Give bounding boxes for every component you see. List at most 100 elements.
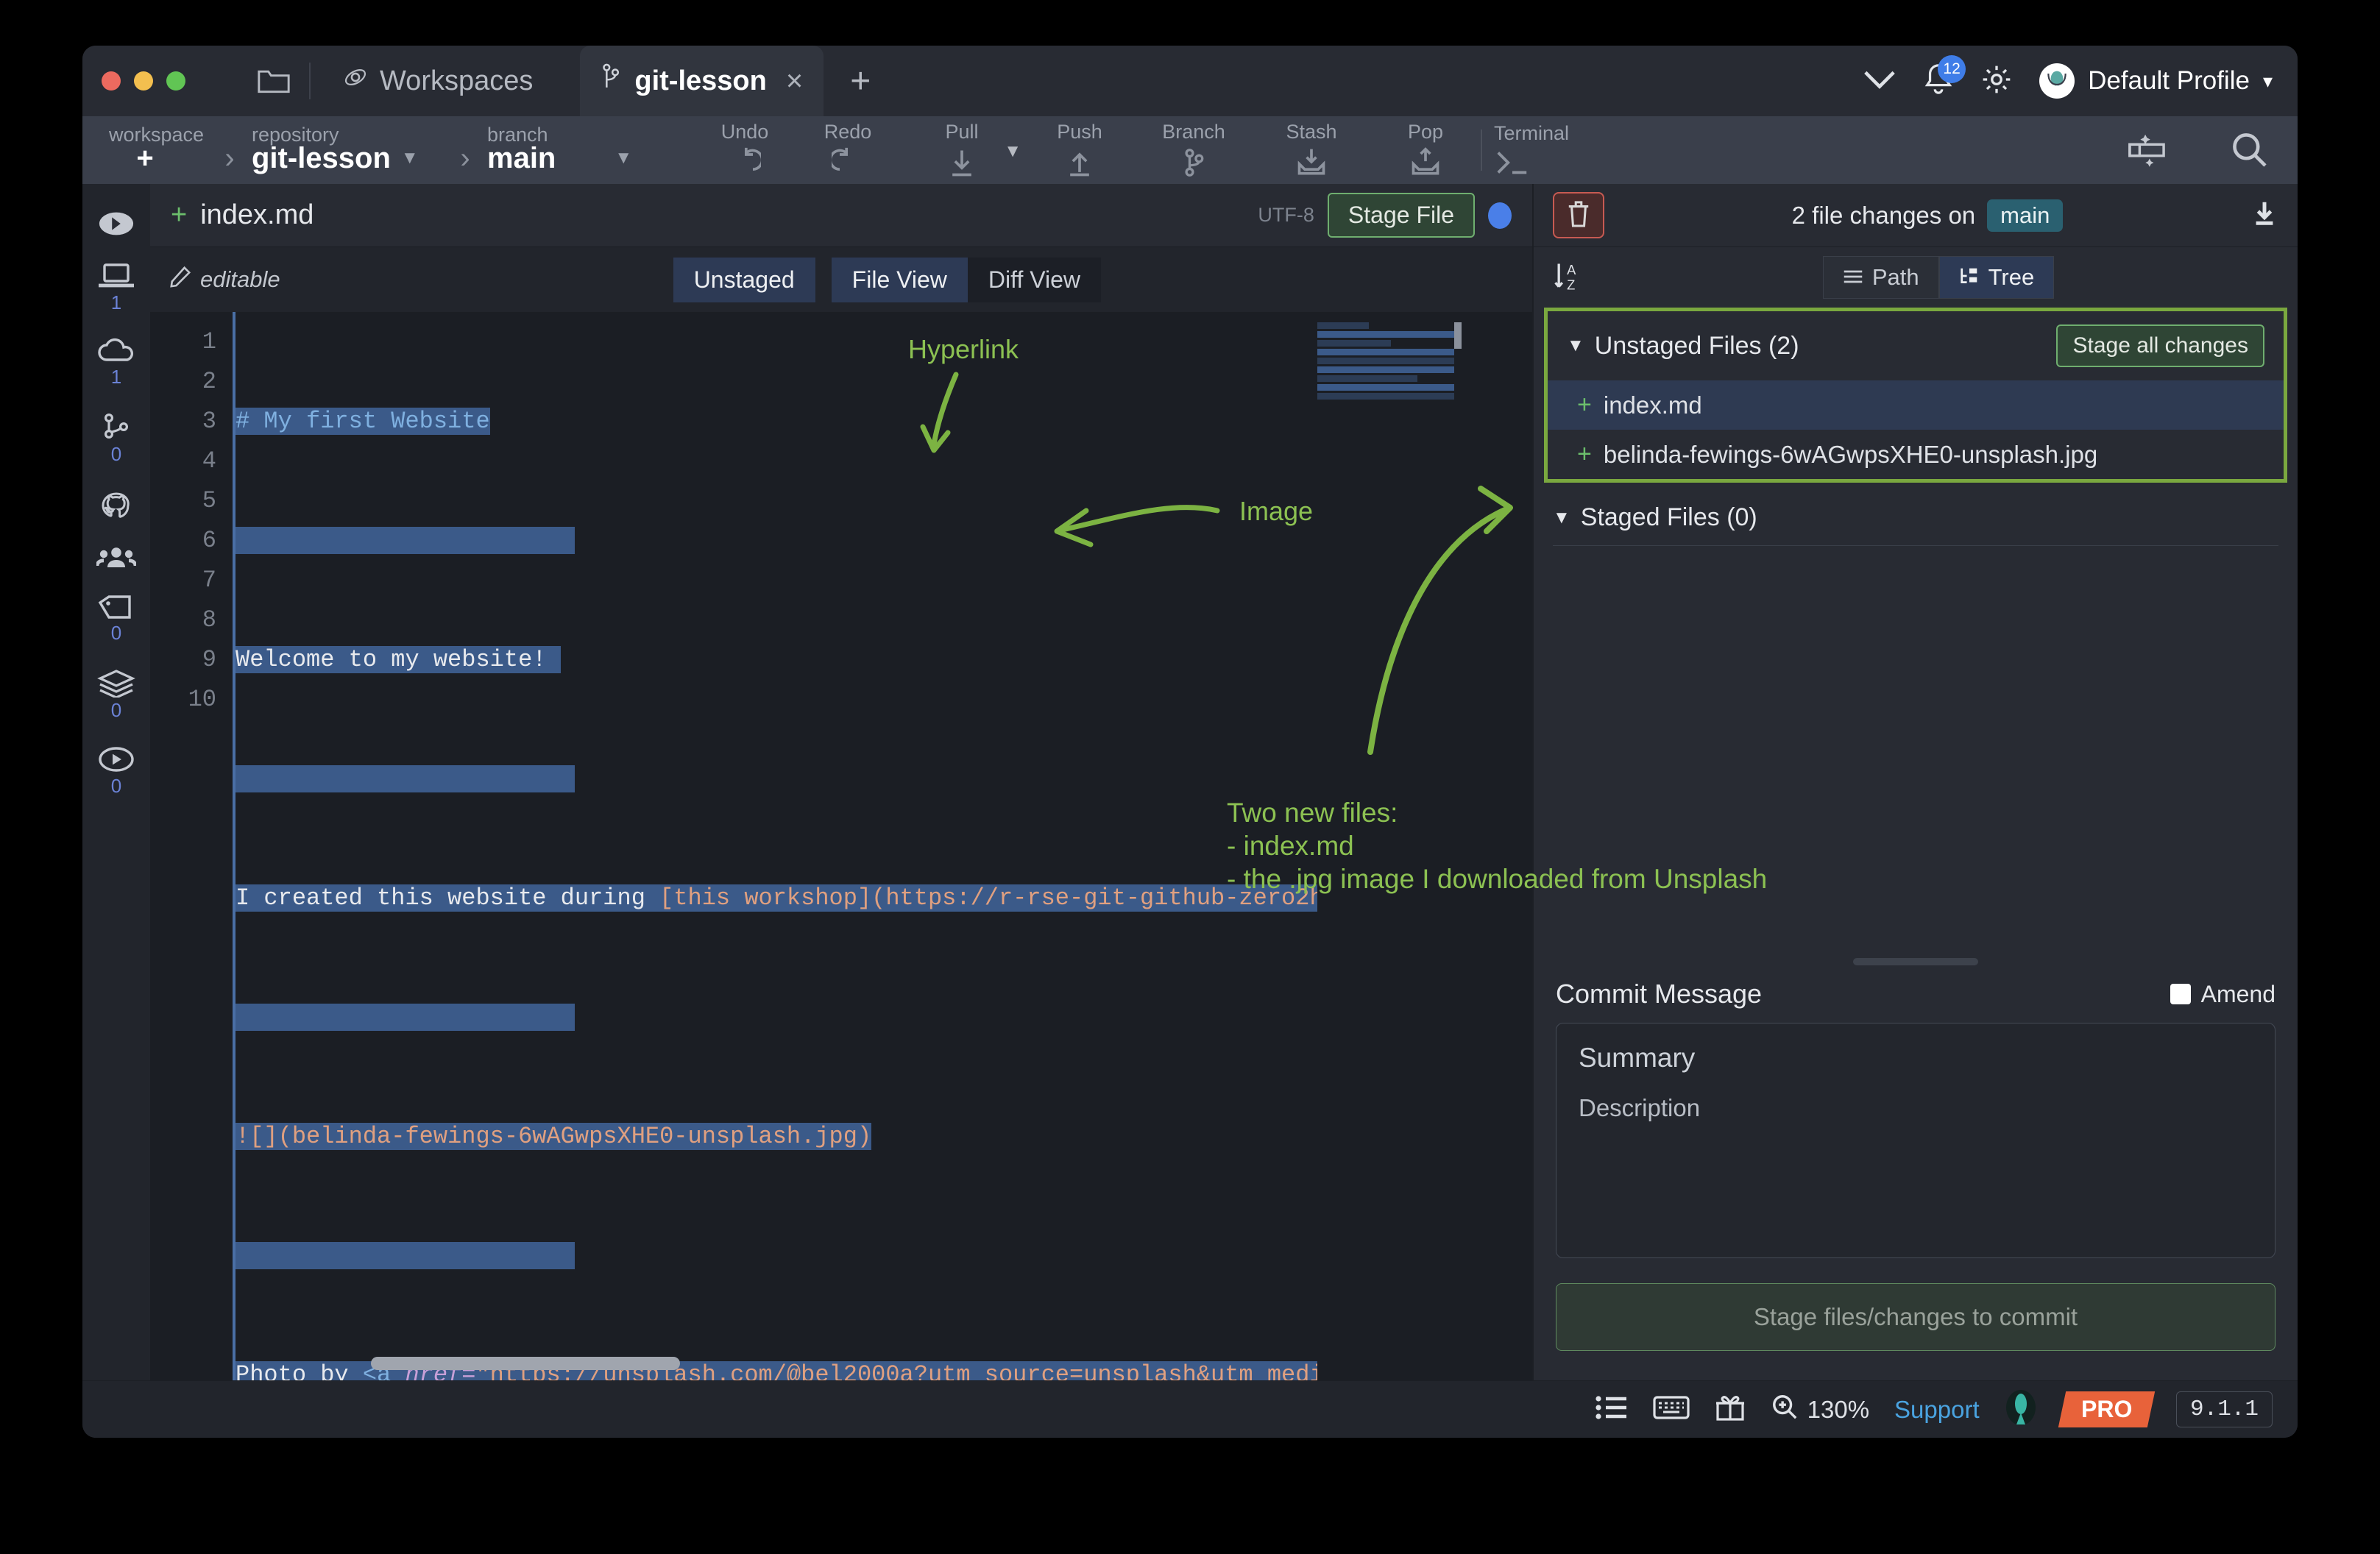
tab-diff-view[interactable]: Diff View	[967, 257, 1101, 302]
sidebar-item-stashes[interactable]: 0	[82, 659, 150, 731]
tree-icon	[1959, 264, 1980, 291]
unstaged-files-title: Unstaged Files (2)	[1594, 331, 1799, 360]
branch-button[interactable]: Branch	[1135, 116, 1253, 184]
notifications-button[interactable]: 12	[1923, 54, 1966, 100]
stash-button[interactable]: Stash	[1253, 116, 1370, 184]
terminal-icon	[1494, 148, 1531, 177]
pop-button[interactable]: Pop	[1370, 116, 1481, 184]
sidebar-item-github[interactable]	[82, 480, 150, 531]
pull-button[interactable]: Pull ▼	[899, 116, 1024, 184]
svg-text:Z: Z	[1567, 277, 1575, 292]
code-line-5-text: I created this website during	[235, 884, 660, 912]
branch-action-label: Branch	[1162, 120, 1225, 143]
zoom-in-icon	[1771, 1393, 1799, 1427]
redo-label: Redo	[824, 120, 872, 143]
folder-icon[interactable]	[258, 67, 290, 95]
amend-toggle[interactable]: Amend	[2170, 981, 2275, 1008]
sidebar-item-pull-requests[interactable]: 0	[82, 403, 150, 475]
layout-toggle-icon[interactable]	[2092, 116, 2202, 184]
sidebar-count-local: 1	[110, 291, 122, 313]
commit-summary-input[interactable]: Summary	[1579, 1043, 2253, 1074]
keyboard-icon[interactable]	[1653, 1394, 1690, 1424]
commit-description-input[interactable]: Description	[1579, 1094, 2253, 1122]
staged-files-header[interactable]: ▼ Staged Files (0)	[1534, 483, 2298, 545]
commit-message-box[interactable]: Summary Description	[1556, 1023, 2275, 1258]
undo-button[interactable]: Undo	[693, 116, 796, 184]
crumb-separator-1: ›	[224, 141, 235, 174]
svg-text:A: A	[1567, 262, 1576, 277]
code-line-5-url: (https://r-rse-git-github-zero2hero	[871, 884, 1367, 912]
tab-tree-label: Tree	[1988, 264, 2035, 290]
tab-path[interactable]: Path	[1822, 256, 1939, 299]
sidebar-item-local[interactable]: 1	[82, 253, 150, 323]
close-icon[interactable]: ×	[786, 65, 803, 98]
terminal-button[interactable]: Terminal	[1482, 116, 1622, 184]
zoom-control[interactable]: 130%	[1771, 1393, 1869, 1427]
editor-pane: + index.md UTF-8 Stage File editable Uns…	[150, 184, 1532, 1380]
list-icon[interactable]	[1595, 1394, 1628, 1424]
tab-tree[interactable]: Tree	[1938, 256, 2055, 299]
vertical-scrollbar[interactable]	[1454, 322, 1462, 349]
chevron-down-icon[interactable]: ▼	[615, 148, 632, 168]
main-toolbar: workspace + › repository git-lesson ▼ › …	[82, 116, 2298, 184]
pop-icon	[1409, 146, 1442, 179]
sidebar-item-expand[interactable]	[82, 200, 150, 247]
tab-divider	[309, 63, 311, 99]
sidebar-item-actions[interactable]: 0	[82, 737, 150, 806]
gear-icon[interactable]	[1980, 63, 2013, 99]
new-tab-button[interactable]: +	[850, 61, 871, 102]
sidebar-item-remote[interactable]: 1	[82, 329, 150, 397]
close-window-button[interactable]	[102, 71, 121, 91]
repository-crumb[interactable]: repository git-lesson ▼	[252, 116, 443, 184]
workspace-crumb[interactable]: workspace +	[82, 116, 208, 184]
minimize-window-button[interactable]	[134, 71, 153, 91]
staged-files-title-group: ▼ Staged Files (0)	[1553, 503, 1757, 532]
line-number: 7	[202, 567, 216, 594]
stash-label: Stash	[1286, 120, 1337, 143]
commit-panel-header: 2 file changes on main	[1534, 184, 2298, 247]
branch-crumb[interactable]: branch main ▼	[487, 116, 693, 184]
sidebar-item-tags[interactable]: 0	[82, 585, 150, 653]
redo-button[interactable]: Redo	[796, 116, 899, 184]
sidebar-count-stashes: 0	[110, 699, 122, 721]
trash-icon[interactable]	[1553, 192, 1604, 238]
sidebar-item-team[interactable]	[82, 536, 150, 579]
search-icon[interactable]	[2202, 116, 2298, 184]
sort-az-icon[interactable]: AZ	[1553, 260, 1584, 296]
collapse-caret-icon[interactable]: ▼	[1567, 336, 1584, 356]
profile-menu[interactable]: Default Profile ▾	[2039, 63, 2273, 99]
unstaged-button[interactable]: Unstaged	[673, 257, 815, 302]
window-controls[interactable]	[82, 71, 185, 91]
unstaged-files-header[interactable]: ▼ Unstaged Files (2) Stage all changes	[1548, 311, 2284, 380]
list-item[interactable]: + belinda-fewings-6wAGwpsXHE0-unsplash.j…	[1548, 430, 2284, 479]
download-icon[interactable]	[2250, 199, 2278, 231]
amend-checkbox[interactable]	[2170, 984, 2191, 1004]
workspace-label: workspace	[109, 124, 205, 146]
commit-message-label: Commit Message	[1556, 979, 1763, 1009]
maximize-window-button[interactable]	[166, 71, 185, 91]
panel-resize-grip[interactable]	[1853, 958, 1978, 965]
stage-all-changes-button[interactable]: Stage all changes	[2056, 324, 2264, 367]
tab-file-view[interactable]: File View	[831, 257, 968, 302]
stage-file-button[interactable]: Stage File	[1327, 193, 1475, 238]
tab-git-lesson[interactable]: git-lesson ×	[580, 46, 824, 116]
gift-icon[interactable]	[1715, 1393, 1746, 1426]
push-button[interactable]: Push	[1024, 116, 1135, 184]
minimap[interactable]	[1317, 312, 1454, 1380]
code-editor[interactable]: 1 2 3 4 5 6 7 8 9 10 # My first Website	[150, 312, 1532, 1380]
support-link[interactable]: Support	[1894, 1396, 1980, 1424]
editable-label: editable	[200, 266, 280, 292]
repository-value: git-lesson	[252, 141, 391, 174]
pull-dropdown-caret-icon[interactable]: ▼	[1004, 141, 1021, 162]
tab-workspaces[interactable]: Workspaces	[330, 63, 545, 99]
chevron-down-icon[interactable]: ▼	[401, 148, 419, 168]
encoding-label: UTF-8	[1258, 204, 1314, 226]
horizontal-scrollbar[interactable]	[371, 1357, 680, 1370]
annotation-arrow-hyperlink	[920, 372, 959, 453]
commit-button[interactable]: Stage files/changes to commit	[1556, 1283, 2275, 1351]
collapse-caret-icon[interactable]: ▼	[1553, 508, 1570, 528]
list-item[interactable]: + index.md	[1548, 380, 2284, 430]
chevron-down-icon[interactable]	[1863, 68, 1896, 94]
workspace-add-button[interactable]: +	[136, 142, 153, 175]
profile-caret-icon: ▾	[2262, 69, 2273, 92]
